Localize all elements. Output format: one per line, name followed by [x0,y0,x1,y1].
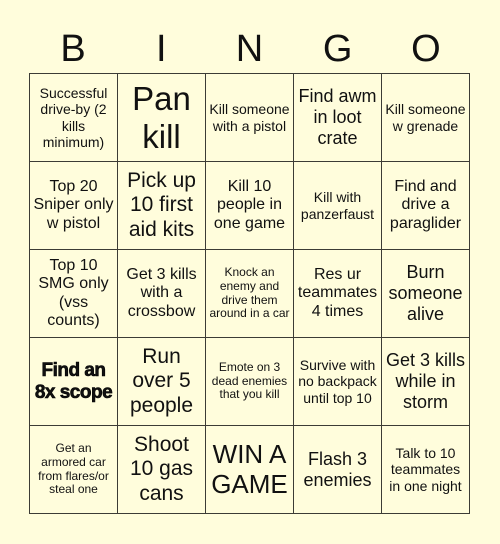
bingo-cell[interactable]: WIN A GAME [205,425,294,514]
bingo-cell[interactable]: Get an armored car from flares/or steal … [29,425,118,514]
grid-row: Find an 8x scope Run over 5 people Emote… [29,337,470,426]
header-letter-g: G [322,28,353,70]
bingo-grid: Successful drive-by (2 kills minimum) Pa… [29,73,470,514]
bingo-cell[interactable]: Burn someone alive [381,249,470,338]
bingo-cell[interactable]: Res ur teammates 4 times [293,249,382,338]
bingo-cell[interactable]: Successful drive-by (2 kills minimum) [29,73,118,162]
header-letter-n: N [235,28,264,70]
header-letter-b: B [60,28,86,70]
bingo-cell[interactable]: Kill someone with a pistol [205,73,294,162]
grid-row: Top 10 SMG only (vss counts) Get 3 kills… [29,249,470,338]
bingo-cell[interactable]: Get 3 kills while in storm [381,337,470,426]
bingo-cell[interactable]: Top 20 Sniper only w pistol [29,161,118,250]
header-letter-i: I [156,28,167,70]
bingo-cell[interactable]: Flash 3 enemies [293,425,382,514]
bingo-cell[interactable]: Emote on 3 dead enemies that you kill [205,337,294,426]
bingo-cell[interactable]: Knock an enemy and drive them around in … [205,249,294,338]
bingo-cell[interactable]: Kill 10 people in one game [205,161,294,250]
bingo-cell[interactable]: Shoot 10 gas cans [117,425,206,514]
bingo-cell[interactable]: Find and drive a paraglider [381,161,470,250]
grid-row: Successful drive-by (2 kills minimum) Pa… [29,73,470,162]
bingo-cell[interactable]: Talk to 10 teammates in one night [381,425,470,514]
bingo-cell[interactable]: Kill with panzerfaust [293,161,382,250]
bingo-cell[interactable]: Kill someone w grenade [381,73,470,162]
bingo-cell[interactable]: Run over 5 people [117,337,206,426]
bingo-cell[interactable]: Pan kill [117,73,206,162]
bingo-cell[interactable]: Find an 8x scope [29,337,118,426]
bingo-cell[interactable]: Find awm in loot crate [293,73,382,162]
grid-row: Top 20 Sniper only w pistol Pick up 10 f… [29,161,470,250]
bingo-header: B I N G O [29,26,470,73]
bingo-cell[interactable]: Get 3 kills with a crossbow [117,249,206,338]
bingo-cell[interactable]: Top 10 SMG only (vss counts) [29,249,118,338]
bingo-cell[interactable]: Pick up 10 first aid kits [117,161,206,250]
header-letter-o: O [411,28,441,70]
bingo-cell[interactable]: Survive with no backpack until top 10 [293,337,382,426]
grid-row: Get an armored car from flares/or steal … [29,425,470,514]
